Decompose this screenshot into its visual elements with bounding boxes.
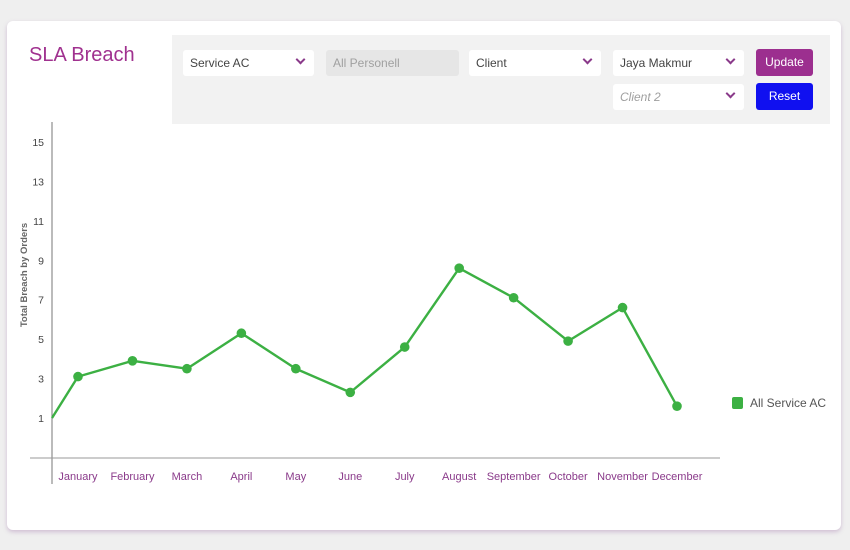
x-tick-label: June (338, 471, 362, 483)
x-tick-label: August (442, 471, 476, 483)
x-tick-label: October (549, 471, 588, 483)
y-axis-label: Total Breach by Orders (19, 223, 30, 327)
data-point (454, 263, 464, 273)
data-point (508, 292, 519, 303)
x-tick-label: November (597, 471, 648, 483)
y-tick-label: 5 (38, 334, 44, 346)
data-point (73, 371, 83, 382)
series-layer (50, 263, 682, 419)
legend-swatch (732, 397, 743, 409)
data-point (127, 356, 138, 366)
x-tick-label: July (395, 471, 415, 483)
y-tick-label: 11 (33, 216, 44, 228)
data-point (182, 363, 192, 374)
x-ticks: January February March April May June July Augu… (58, 471, 702, 483)
y-tick-label: 9 (38, 255, 44, 267)
y-tick-label: 7 (38, 295, 44, 307)
x-tick-label: April (230, 471, 252, 483)
data-point (345, 387, 356, 398)
chart-axes (30, 122, 720, 484)
x-tick-label: January (58, 471, 98, 483)
data-point (563, 336, 573, 346)
y-tick-label: 15 (32, 137, 44, 149)
series-line (50, 266, 679, 419)
x-tick-label: May (285, 471, 306, 483)
data-point (399, 342, 410, 352)
y-tick-label: 1 (38, 413, 44, 425)
data-point (291, 363, 301, 374)
data-point (672, 401, 682, 411)
data-point (617, 302, 628, 313)
line-chart: 13579111315 January February March April May… (19, 122, 826, 484)
data-point (236, 328, 247, 339)
x-tick-label: September (487, 471, 541, 483)
y-tick-label: 3 (38, 374, 44, 386)
y-tick-label: 13 (32, 176, 44, 188)
legend: All Service AC (732, 396, 826, 410)
x-tick-label: December (652, 471, 703, 483)
x-tick-label: February (110, 471, 155, 483)
x-tick-label: March (172, 471, 203, 483)
y-ticks: 13579111315 (32, 137, 44, 425)
legend-label: All Service AC (750, 396, 826, 410)
